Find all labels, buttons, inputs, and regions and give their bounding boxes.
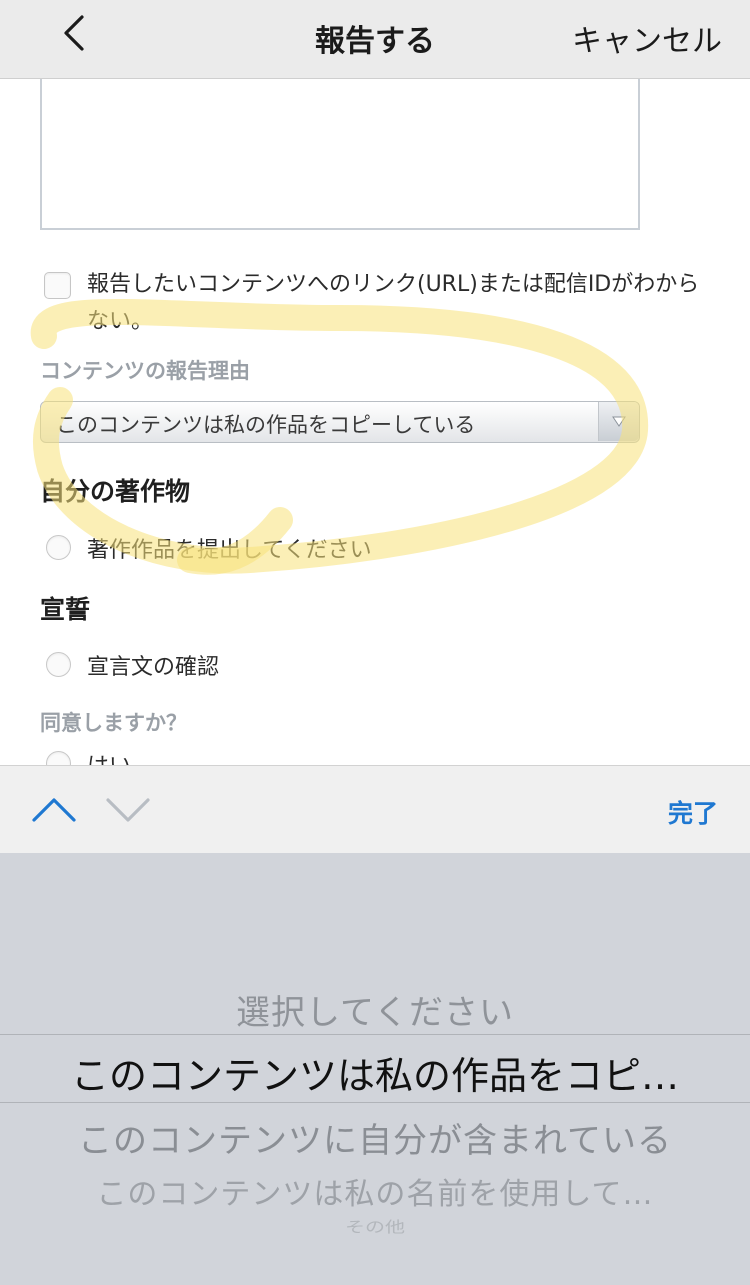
url-unknown-checkbox[interactable] [44, 272, 71, 299]
previous-field-button[interactable] [30, 790, 78, 830]
own-work-radio[interactable] [46, 535, 71, 560]
agree-yes-radio[interactable] [46, 751, 71, 765]
report-form: 報告したいコンテンツへのリンク(URL)または配信IDがわからない。 コンテンツ… [0, 79, 750, 765]
oath-heading: 宣誓 [40, 595, 91, 624]
reason-select-value: このコンテンツは私の作品をコピーしている [56, 413, 476, 437]
url-unknown-label: 報告したいコンテンツへのリンク(URL)または配信IDがわからない。 [87, 272, 700, 334]
reason-picker-wheel[interactable]: 選択してください このコンテンツは私の作品をコピ… このコンテンツに自分が含まれ… [0, 853, 750, 1285]
picker-option[interactable]: このコンテンツは私の名前を使用して… [0, 1169, 750, 1213]
url-textarea[interactable] [40, 79, 640, 230]
agree-yes-label: はい [87, 748, 131, 765]
done-button[interactable]: 完了 [668, 794, 718, 830]
picker-option-selected[interactable]: このコンテンツは私の作品をコピ… [0, 1045, 750, 1100]
picker-option[interactable]: このコンテンツに自分が含まれている [0, 1113, 750, 1162]
triangle-down-icon [598, 402, 639, 441]
oath-radio[interactable] [46, 652, 71, 677]
chevron-up-icon [30, 798, 78, 834]
own-work-heading: 自分の著作物 [40, 477, 191, 506]
agree-label: 同意しますか？ [40, 711, 187, 735]
reason-label: コンテンツの報告理由 [40, 359, 250, 383]
next-field-button[interactable] [104, 790, 152, 830]
picker-option[interactable]: 選択してください [0, 985, 750, 1034]
oath-option-label: 宣言文の確認 [87, 655, 220, 680]
reason-select[interactable]: このコンテンツは私の作品をコピーしている [40, 401, 640, 443]
cancel-button[interactable]: キャンセル [572, 16, 722, 60]
chevron-down-icon [104, 798, 152, 834]
navigation-bar: 報告する キャンセル [0, 0, 750, 79]
picker-toolbar: 完了 [0, 765, 750, 853]
picker-option[interactable]: その他 [0, 1215, 750, 1237]
own-work-option-label: 著作作品を提出してください [87, 538, 372, 563]
